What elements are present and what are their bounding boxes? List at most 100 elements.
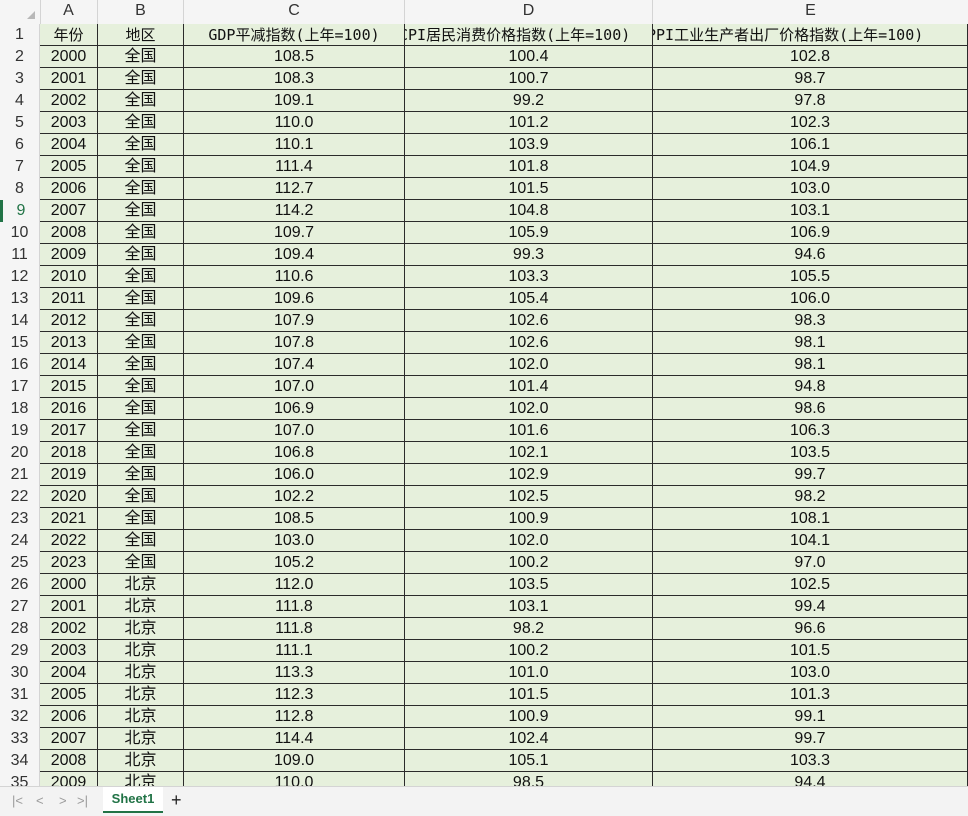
add-sheet-icon[interactable]: + [171,790,182,811]
row-header[interactable]: 8 [0,178,40,200]
cell-ppi[interactable]: 99.1 [653,706,968,728]
column-header-c[interactable]: C [184,0,405,24]
cell-region[interactable]: 北京 [98,728,184,750]
cell-year[interactable]: 2001 [40,68,98,90]
cell-year[interactable]: 2005 [40,684,98,706]
row-header[interactable]: 5 [0,112,40,134]
cell-cpi[interactable]: 102.9 [405,464,653,486]
cell-gdp[interactable]: 110.6 [184,266,405,288]
cell-year[interactable]: 2001 [40,596,98,618]
cell-gdp[interactable]: 106.0 [184,464,405,486]
cell-year[interactable]: 2008 [40,222,98,244]
sheet-tab-sheet1[interactable]: Sheet1 [103,787,163,813]
row-header[interactable]: 20 [0,442,40,464]
cell-ppi[interactable]: 103.1 [653,200,968,222]
row-header[interactable]: 34 [0,750,40,772]
cell-gdp[interactable]: 111.1 [184,640,405,662]
cell-gdp[interactable]: 111.8 [184,618,405,640]
cell-year[interactable]: 2015 [40,376,98,398]
cell-cpi[interactable]: 101.0 [405,662,653,684]
row-header[interactable]: 31 [0,684,40,706]
cell-ppi[interactable]: 99.7 [653,464,968,486]
cell-ppi[interactable]: 103.0 [653,662,968,684]
column-header-e[interactable]: E [653,0,968,24]
row-header[interactable]: 18 [0,398,40,420]
cell-region[interactable]: 全国 [98,200,184,222]
cell-ppi[interactable]: 102.5 [653,574,968,596]
cell-gdp[interactable]: 107.0 [184,376,405,398]
row-header[interactable]: 16 [0,354,40,376]
cell-region[interactable]: 全国 [98,112,184,134]
cell-cpi[interactable]: 102.6 [405,310,653,332]
cell-year[interactable]: 2010 [40,266,98,288]
cell-year[interactable]: 2011 [40,288,98,310]
cell-year[interactable]: 2009 [40,244,98,266]
row-header[interactable]: 28 [0,618,40,640]
cell-region[interactable]: 北京 [98,684,184,706]
cell-ppi[interactable]: 102.8 [653,46,968,68]
cell-cpi[interactable]: 102.0 [405,354,653,376]
cell-year[interactable]: 2022 [40,530,98,552]
cell-region[interactable]: 全国 [98,552,184,574]
cell-year[interactable]: 2019 [40,464,98,486]
cell-region[interactable]: 全国 [98,244,184,266]
row-header[interactable]: 26 [0,574,40,596]
cell-region[interactable]: 全国 [98,464,184,486]
cell-region[interactable]: 全国 [98,222,184,244]
last-sheet-icon[interactable]: >| [77,793,88,808]
row-header[interactable]: 35 [0,772,40,786]
row-header[interactable]: 10 [0,222,40,244]
cell-header-year[interactable]: 年份 [40,24,98,46]
cell-gdp[interactable]: 103.0 [184,530,405,552]
row-header[interactable]: 2 [0,46,40,68]
cell-gdp[interactable]: 109.1 [184,90,405,112]
cell-ppi[interactable]: 99.7 [653,728,968,750]
row-header[interactable]: 4 [0,90,40,112]
cell-cpi[interactable]: 101.5 [405,178,653,200]
cell-gdp[interactable]: 112.0 [184,574,405,596]
cell-cpi[interactable]: 105.1 [405,750,653,772]
cell-cpi[interactable]: 103.9 [405,134,653,156]
cell-cpi[interactable]: 98.2 [405,618,653,640]
row-header[interactable]: 19 [0,420,40,442]
cell-gdp[interactable]: 107.0 [184,420,405,442]
cell-region[interactable]: 全国 [98,178,184,200]
row-header[interactable]: 7 [0,156,40,178]
cell-gdp[interactable]: 113.3 [184,662,405,684]
row-header[interactable]: 15 [0,332,40,354]
cell-cpi[interactable]: 100.4 [405,46,653,68]
cell-year[interactable]: 2006 [40,178,98,200]
cell-ppi[interactable]: 97.8 [653,90,968,112]
cell-cpi[interactable]: 102.0 [405,398,653,420]
cell-year[interactable]: 2000 [40,574,98,596]
row-header[interactable]: 33 [0,728,40,750]
column-header-a[interactable]: A [40,0,98,24]
cell-cpi[interactable]: 102.6 [405,332,653,354]
row-header[interactable]: 11 [0,244,40,266]
cell-ppi[interactable]: 104.9 [653,156,968,178]
cell-gdp[interactable]: 112.7 [184,178,405,200]
cell-region[interactable]: 全国 [98,486,184,508]
cell-gdp[interactable]: 114.2 [184,200,405,222]
row-header[interactable]: 32 [0,706,40,728]
row-header[interactable]: 21 [0,464,40,486]
cell-gdp[interactable]: 106.9 [184,398,405,420]
cell-region[interactable]: 北京 [98,618,184,640]
cell-gdp[interactable]: 112.3 [184,684,405,706]
cell-gdp[interactable]: 112.8 [184,706,405,728]
cell-region[interactable]: 全国 [98,376,184,398]
cell-year[interactable]: 2023 [40,552,98,574]
row-header[interactable]: 13 [0,288,40,310]
cell-ppi[interactable]: 106.9 [653,222,968,244]
cell-region[interactable]: 全国 [98,310,184,332]
row-header[interactable]: 25 [0,552,40,574]
cell-region[interactable]: 全国 [98,398,184,420]
cell-ppi[interactable]: 98.1 [653,332,968,354]
cell-year[interactable]: 2016 [40,398,98,420]
cell-year[interactable]: 2012 [40,310,98,332]
cell-cpi[interactable]: 100.9 [405,706,653,728]
cell-year[interactable]: 2021 [40,508,98,530]
row-header[interactable]: 23 [0,508,40,530]
row-header[interactable]: 30 [0,662,40,684]
row-header[interactable]: 1 [0,24,40,46]
